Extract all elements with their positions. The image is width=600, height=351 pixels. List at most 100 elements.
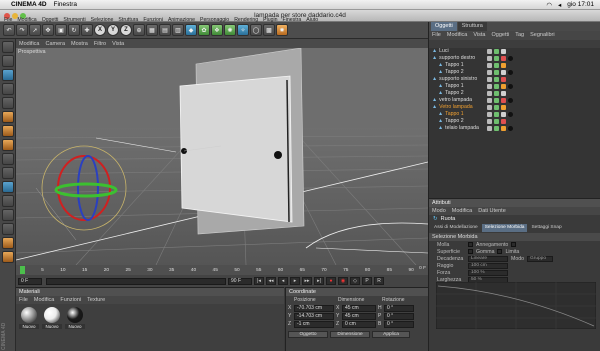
viewport-menu-item[interactable]: Modifica <box>19 41 39 47</box>
object-row[interactable]: ▲ Tappo 1 <box>429 62 600 69</box>
object-row[interactable]: ▲ supporto sinistro <box>429 76 600 83</box>
object-tool-icon[interactable] <box>2 69 14 81</box>
autokey-icon[interactable]: ◉ <box>338 277 348 285</box>
material-tag-icon[interactable] <box>508 126 513 131</box>
object-row[interactable]: ▲ supporto destro <box>429 55 600 62</box>
end-frame-field[interactable]: 90 F <box>228 277 252 285</box>
subdivision-icon[interactable]: ✿ <box>198 24 210 36</box>
visibility-dot-icon[interactable] <box>487 56 492 61</box>
object-row[interactable]: ▲ Tappo 2 <box>429 118 600 125</box>
move-icon[interactable]: ✥ <box>42 24 54 36</box>
redo-icon[interactable]: ↷ <box>16 24 28 36</box>
texture-tool-icon[interactable] <box>2 83 14 95</box>
object-row[interactable]: ▲ Tappo 2 <box>429 69 600 76</box>
viewport-menu-item[interactable]: Mostra <box>71 41 88 47</box>
app-menu[interactable]: CINEMA 4D <box>11 1 47 8</box>
visibility-dot-icon[interactable] <box>487 119 492 124</box>
visibility-dot-icon[interactable] <box>487 70 492 75</box>
object-tag-icon[interactable] <box>501 91 506 96</box>
rotation-field[interactable]: 0 ° <box>384 312 414 320</box>
make-editable-icon[interactable] <box>2 41 14 53</box>
deformer-icon[interactable]: ✧ <box>237 24 249 36</box>
enabled-check-icon[interactable] <box>494 70 499 75</box>
material-item[interactable]: Nuovo <box>19 306 39 329</box>
attribute-field[interactable]: 100 % <box>468 269 508 276</box>
play-icon[interactable]: ▸ <box>290 277 300 285</box>
render-picture-icon[interactable]: ▤ <box>159 24 171 36</box>
material-tag-icon[interactable] <box>508 56 513 61</box>
enabled-check-icon[interactable] <box>494 126 499 131</box>
coordinate-system-icon[interactable]: ⊕ <box>133 24 145 36</box>
object-row[interactable]: ▲ telaio lampada <box>429 125 600 132</box>
attribute-checkbox[interactable] <box>468 242 473 247</box>
attribute-checkbox[interactable] <box>468 249 473 254</box>
falloff-curve-graph[interactable] <box>436 282 596 329</box>
object-menu-item[interactable]: Segnalibri <box>530 31 554 40</box>
visibility-dot-icon[interactable] <box>487 98 492 103</box>
wifi-icon[interactable]: ◠ <box>546 1 552 9</box>
object-tag-icon[interactable] <box>501 77 506 82</box>
tab-oggetti[interactable]: Oggetti <box>431 22 457 31</box>
bodypaint-icon[interactable] <box>2 251 14 263</box>
dimension-field[interactable]: 0 cm <box>342 320 376 328</box>
rotation-field[interactable]: 0 ° <box>384 304 414 312</box>
object-menu-item[interactable]: File <box>432 31 441 40</box>
live-select-icon[interactable]: ➚ <box>29 24 41 36</box>
visibility-dot-icon[interactable] <box>487 77 492 82</box>
position-key-icon[interactable]: P <box>362 277 372 285</box>
animation-tool-icon[interactable] <box>2 153 14 165</box>
position-field[interactable]: -14.703 cm <box>294 312 334 320</box>
enabled-check-icon[interactable] <box>494 56 499 61</box>
visibility-dot-icon[interactable] <box>487 84 492 89</box>
go-start-icon[interactable]: |◂ <box>254 277 264 285</box>
enabled-check-icon[interactable] <box>494 105 499 110</box>
material-tag-icon[interactable] <box>508 70 513 75</box>
camera-icon[interactable]: ▩ <box>263 24 275 36</box>
object-tag-icon[interactable] <box>501 105 506 110</box>
coord-mode-select[interactable]: Oggetto <box>288 330 328 338</box>
undo-icon[interactable]: ↶ <box>3 24 15 36</box>
enabled-check-icon[interactable] <box>494 63 499 68</box>
visibility-dot-icon[interactable] <box>487 105 492 110</box>
attribute-field[interactable]: Gruppo <box>526 255 553 262</box>
attribute-field[interactable]: 100 cm <box>468 262 508 269</box>
object-tag-icon[interactable] <box>501 119 506 124</box>
rotation-field[interactable]: 0 ° <box>384 320 414 328</box>
prev-frame-icon[interactable]: ◂ <box>278 277 288 285</box>
timeline-ruler[interactable]: 051015202530354045505560657075808590 0 F <box>16 265 428 275</box>
render-view-icon[interactable]: ▦ <box>146 24 158 36</box>
object-row[interactable]: ▲ Vetro lampada <box>429 104 600 111</box>
material-item[interactable]: Nuovo <box>65 306 85 329</box>
range-slider[interactable] <box>46 277 226 285</box>
attribute-checkbox[interactable] <box>511 242 517 247</box>
attributes-menu-item[interactable]: Modo <box>432 207 446 215</box>
tweak-icon[interactable] <box>2 223 14 235</box>
clock[interactable]: gio 17:01 <box>567 1 594 9</box>
start-frame-field[interactable]: 0 F <box>18 277 42 285</box>
material-item[interactable]: Nuovo <box>42 306 62 329</box>
object-row[interactable]: ▲ Tappo 1 <box>429 111 600 118</box>
prev-key-icon[interactable]: ◂◂ <box>266 277 276 285</box>
workplane-icon[interactable] <box>2 195 14 207</box>
object-tag-icon[interactable] <box>501 56 506 61</box>
enabled-check-icon[interactable] <box>494 112 499 117</box>
polygons-tool-icon[interactable] <box>2 139 14 151</box>
materials-menu-item[interactable]: File <box>19 296 28 304</box>
dimension-field[interactable]: 45 cm <box>342 304 376 312</box>
attributes-tab[interactable]: Assi di Modellazione <box>431 224 481 232</box>
scene-icon[interactable]: ◯ <box>250 24 262 36</box>
rotate-icon[interactable]: ↻ <box>68 24 80 36</box>
apply-button[interactable]: Applica <box>372 330 410 338</box>
object-row[interactable]: ▲ vetro lampada <box>429 97 600 104</box>
enabled-check-icon[interactable] <box>494 98 499 103</box>
enabled-check-icon[interactable] <box>494 77 499 82</box>
enabled-check-icon[interactable] <box>494 91 499 96</box>
x-axis-button[interactable]: X <box>94 24 106 36</box>
position-field[interactable]: -70.703 cm <box>294 304 334 312</box>
y-axis-button[interactable]: Y <box>107 24 119 36</box>
volume-icon[interactable]: ◂ <box>558 1 561 9</box>
object-tag-icon[interactable] <box>501 112 506 117</box>
attributes-tab[interactable]: Settaggi Snap <box>528 224 565 232</box>
paint-icon[interactable] <box>2 237 14 249</box>
object-row[interactable]: ▲ Tappo 1 <box>429 83 600 90</box>
